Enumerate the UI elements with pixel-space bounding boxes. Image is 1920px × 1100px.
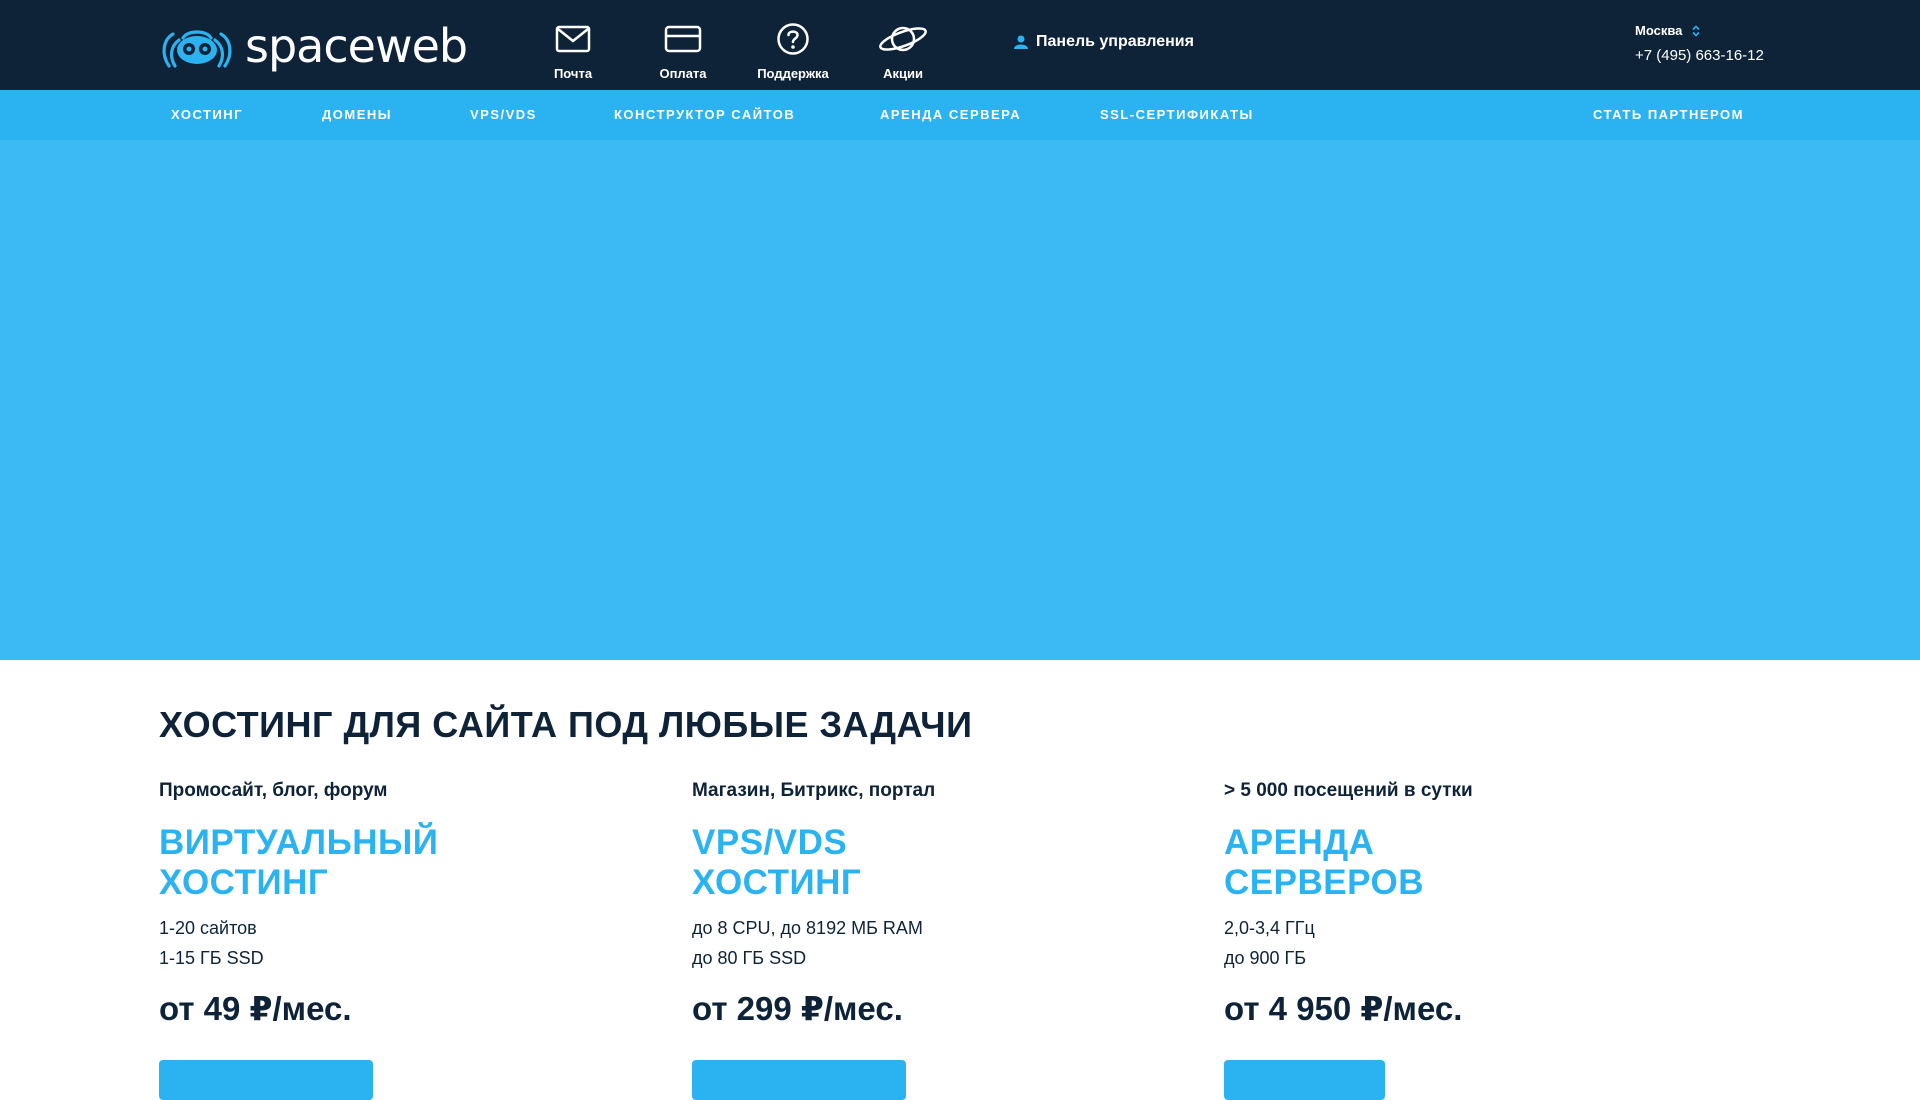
plan-card-dedicated: > 5 000 посещений в сутки АРЕНДА СЕРВЕРО…: [1224, 780, 1704, 1100]
payment-label: Оплата: [659, 66, 707, 81]
plan-price: от 4 950 ₽/мес.: [1224, 990, 1463, 1027]
payment-link[interactable]: Оплата: [628, 20, 738, 81]
mail-link[interactable]: Почта: [518, 20, 628, 81]
main-nav: ХОСТИНГ ДОМЕНЫ VPS/VDS КОНСТРУКТОР САЙТО…: [0, 90, 1920, 140]
nav-item-site-builder[interactable]: КОНСТРУКТОР САЙТОВ: [614, 90, 795, 140]
mail-icon: [555, 25, 591, 53]
plan-name-line: ХОСТИНГ: [692, 863, 862, 902]
plan-spec: до 80 ГБ SSD: [692, 948, 807, 968]
plan-spec: до 8 CPU, до 8192 МБ RAM: [692, 918, 923, 938]
nav-item-server-rent[interactable]: АРЕНДА СЕРВЕРА: [880, 90, 1021, 140]
plan-name-line: ХОСТИНГ: [159, 863, 329, 902]
support-label: Поддержка: [757, 66, 829, 81]
plan-spec: до 900 ГБ: [1224, 948, 1307, 968]
plan-subtitle: > 5 000 посещений в сутки: [1224, 780, 1473, 801]
plan-order-button[interactable]: [1224, 1060, 1385, 1100]
nav-item-hosting[interactable]: ХОСТИНГ: [171, 90, 243, 140]
spider-logo-icon: [162, 30, 232, 68]
plan-spec: 1-15 ГБ SSD: [159, 948, 264, 968]
plan-name-line: СЕРВЕРОВ: [1224, 863, 1424, 902]
user-icon: [1014, 35, 1028, 49]
city-label: Москва: [1635, 23, 1683, 38]
plan-specs: 1-20 сайтов 1-15 ГБ SSD: [159, 913, 639, 973]
plan-name-line: ВИРТУАЛЬНЫЙ: [159, 823, 439, 862]
nav-item-vps[interactable]: VPS/VDS: [470, 90, 537, 140]
city-selector[interactable]: Москва: [1635, 23, 1700, 38]
plan-spec: 1-20 сайтов: [159, 918, 257, 938]
nav-item-partner[interactable]: СТАТЬ ПАРТНЕРОМ: [1593, 90, 1744, 140]
plan-card-virtual-hosting: Промосайт, блог, форум ВИРТУАЛЬНЫЙ ХОСТИ…: [159, 780, 639, 1100]
phone-number[interactable]: +7 (495) 663-16-12: [1635, 47, 1764, 64]
nav-item-ssl[interactable]: SSL-СЕРТИФИКАТЫ: [1100, 90, 1254, 140]
card-icon: [664, 25, 702, 53]
logo[interactable]: spaceweb: [159, 18, 468, 74]
mail-label: Почта: [553, 66, 593, 81]
plan-name[interactable]: АРЕНДА СЕРВЕРОВ: [1224, 823, 1704, 903]
plan-price: от 49 ₽/мес.: [159, 990, 352, 1027]
plan-name-line: VPS/VDS: [692, 823, 848, 862]
sort-arrows-icon: [1692, 24, 1700, 37]
plan-card-vps: Магазин, Битрикс, портал VPS/VDS ХОСТИНГ…: [692, 780, 1172, 1100]
plan-name[interactable]: ВИРТУАЛЬНЫЙ ХОСТИНГ: [159, 823, 639, 903]
plan-subtitle: Магазин, Битрикс, портал: [692, 780, 936, 801]
support-link[interactable]: Поддержка: [738, 20, 848, 81]
plan-order-button[interactable]: [692, 1060, 906, 1100]
promo-link[interactable]: Акции: [848, 20, 958, 81]
control-panel-label: Панель управления: [1036, 33, 1194, 50]
planet-icon: [879, 26, 927, 52]
top-header: spaceweb Почта Оплата Поддержка Акции Па…: [0, 0, 1920, 90]
plan-price: от 299 ₽/мес.: [692, 990, 903, 1027]
hero-banner: [0, 140, 1920, 660]
promo-label: Акции: [883, 66, 923, 81]
section-title: ХОСТИНГ ДЛЯ САЙТА ПОД ЛЮБЫЕ ЗАДАЧИ: [159, 704, 973, 745]
plan-spec: 2,0-3,4 ГГц: [1224, 918, 1315, 938]
plan-specs: 2,0-3,4 ГГц до 900 ГБ: [1224, 913, 1704, 973]
logo-text: spaceweb: [245, 19, 468, 73]
nav-item-domains[interactable]: ДОМЕНЫ: [322, 90, 392, 140]
plan-name-line: АРЕНДА: [1224, 823, 1375, 862]
plan-specs: до 8 CPU, до 8192 МБ RAM до 80 ГБ SSD: [692, 913, 1172, 973]
question-icon: [777, 23, 809, 55]
control-panel-link[interactable]: Панель управления: [1014, 33, 1194, 51]
plan-subtitle: Промосайт, блог, форум: [159, 780, 388, 801]
plan-name[interactable]: VPS/VDS ХОСТИНГ: [692, 823, 1172, 903]
plan-order-button[interactable]: [159, 1060, 373, 1100]
